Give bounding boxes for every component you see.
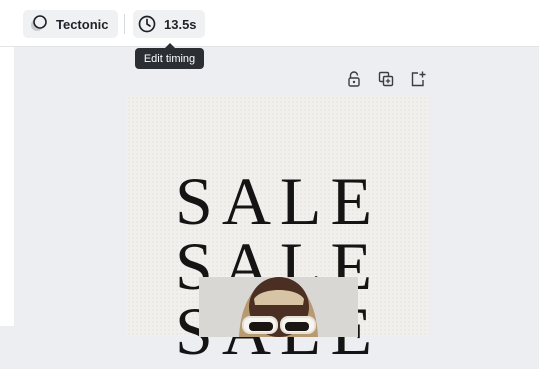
tooltip-text: Edit timing <box>143 52 196 65</box>
sale-headline-line-1[interactable]: SALE <box>127 167 429 235</box>
model-photo-illustration <box>199 277 358 337</box>
animation-effect-icon <box>31 15 47 31</box>
edit-timing-tooltip: Edit timing <box>135 43 204 69</box>
animation-effect-button[interactable]: Tectonic <box>23 10 118 38</box>
add-page-icon[interactable] <box>409 70 427 88</box>
toolbar-divider <box>124 14 125 34</box>
timing-duration-label: 13.5s <box>164 16 197 32</box>
lock-icon[interactable] <box>345 70 363 88</box>
editor-toolbar: Tectonic 13.5s <box>0 0 539 47</box>
left-panel-edge <box>0 0 14 326</box>
duplicate-page-icon[interactable] <box>377 70 395 88</box>
edit-timing-button[interactable]: 13.5s <box>133 10 205 38</box>
animation-effect-label: Tectonic <box>56 16 109 32</box>
clock-icon <box>138 15 156 33</box>
model-photo[interactable] <box>199 277 358 337</box>
